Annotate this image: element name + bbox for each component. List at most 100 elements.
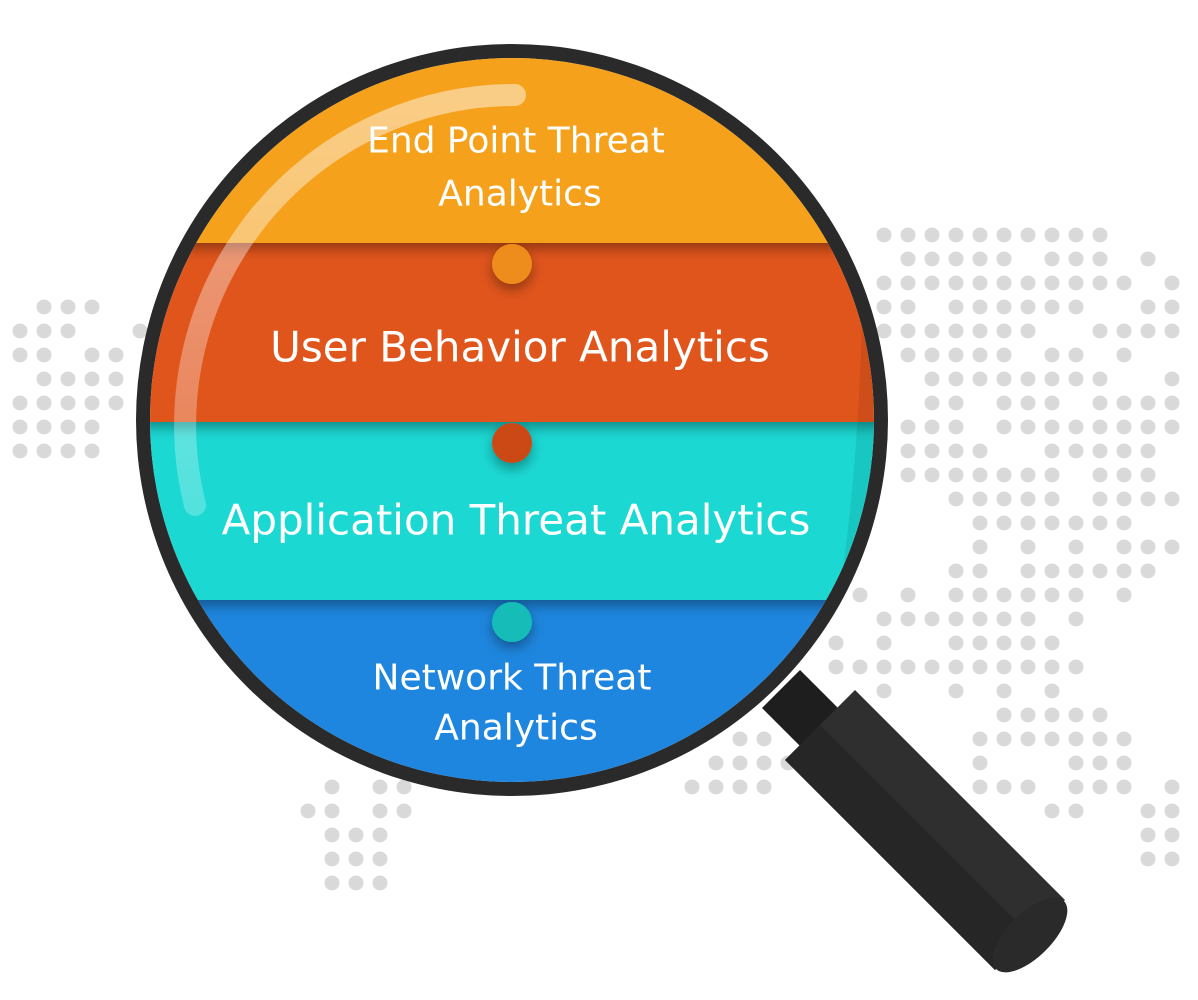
map-dot	[1068, 419, 1084, 435]
map-dot	[924, 443, 940, 459]
map-dot	[1068, 227, 1084, 243]
map-dot	[1116, 491, 1132, 507]
map-dot	[972, 299, 988, 315]
map-dot	[876, 635, 892, 651]
band-endpoint-label-line1: End Point Threat	[367, 121, 665, 162]
map-dot	[1020, 611, 1036, 627]
map-dot	[1044, 659, 1060, 675]
map-dot	[84, 419, 100, 435]
map-dot	[900, 323, 916, 339]
map-dot	[996, 683, 1012, 699]
map-dot	[732, 779, 748, 795]
map-dot	[108, 347, 124, 363]
map-dot	[1164, 419, 1180, 435]
map-dot	[1044, 635, 1060, 651]
map-dot	[1164, 395, 1180, 411]
map-dot	[948, 467, 964, 483]
map-dot	[924, 395, 940, 411]
map-dot	[948, 683, 964, 699]
map-dot	[372, 875, 388, 891]
map-dot	[1020, 275, 1036, 291]
map-dot	[948, 635, 964, 651]
map-dot	[84, 443, 100, 459]
map-dot	[972, 323, 988, 339]
map-dot	[1140, 395, 1156, 411]
map-dot	[1044, 395, 1060, 411]
map-dot	[1140, 467, 1156, 483]
map-dot	[1164, 275, 1180, 291]
map-dot	[972, 443, 988, 459]
map-dot	[924, 659, 940, 675]
map-dot	[348, 875, 364, 891]
map-dot	[1116, 347, 1132, 363]
map-dot	[996, 515, 1012, 531]
map-dot	[1116, 563, 1132, 579]
map-dot	[972, 779, 988, 795]
map-dot	[1068, 299, 1084, 315]
map-dot	[948, 299, 964, 315]
map-dot	[1020, 395, 1036, 411]
map-dot	[972, 275, 988, 291]
map-dot	[1164, 827, 1180, 843]
band-network-label-line1: Network Threat	[373, 658, 652, 699]
map-dot	[900, 251, 916, 267]
map-dot	[948, 251, 964, 267]
map-dot	[996, 467, 1012, 483]
map-dot	[1092, 443, 1108, 459]
map-dot	[924, 275, 940, 291]
map-dot	[876, 323, 892, 339]
map-dot	[1140, 323, 1156, 339]
map-dot	[60, 443, 76, 459]
threat-analytics-diagram: End Point Threat Analytics User Behavior…	[12, 44, 1180, 973]
map-dot	[972, 755, 988, 771]
map-dot	[60, 395, 76, 411]
map-dot	[996, 299, 1012, 315]
map-dot	[900, 611, 916, 627]
map-dot	[900, 467, 916, 483]
map-dot	[1044, 467, 1060, 483]
map-dot	[1116, 731, 1132, 747]
map-dot	[1020, 419, 1036, 435]
map-dot	[996, 779, 1012, 795]
map-dot	[1044, 683, 1060, 699]
map-dot	[1164, 779, 1180, 795]
map-dot	[84, 395, 100, 411]
band-network-label-line2: Analytics	[434, 708, 597, 749]
map-dot	[1092, 515, 1108, 531]
map-dot	[972, 347, 988, 363]
map-dot	[996, 227, 1012, 243]
map-dot	[972, 491, 988, 507]
map-dot	[948, 395, 964, 411]
map-dot	[876, 275, 892, 291]
map-dot	[972, 611, 988, 627]
map-dot	[60, 299, 76, 315]
map-dot	[972, 515, 988, 531]
map-dot	[1116, 539, 1132, 555]
map-dot	[1164, 323, 1180, 339]
map-dot	[1068, 275, 1084, 291]
map-dot	[372, 803, 388, 819]
map-dot	[876, 611, 892, 627]
map-dot	[972, 467, 988, 483]
map-dot	[1164, 299, 1180, 315]
map-dot	[1068, 563, 1084, 579]
map-dot	[972, 731, 988, 747]
map-dot	[1140, 299, 1156, 315]
map-dot	[1044, 251, 1060, 267]
map-dot	[1020, 779, 1036, 795]
map-dot	[756, 755, 772, 771]
map-dot	[396, 803, 412, 819]
map-dot	[996, 491, 1012, 507]
map-dot	[732, 731, 748, 747]
map-dot	[1044, 515, 1060, 531]
map-dot	[12, 347, 28, 363]
map-dot	[1068, 443, 1084, 459]
map-dot	[1092, 371, 1108, 387]
map-dot	[1092, 563, 1108, 579]
map-dot	[1044, 275, 1060, 291]
map-dot	[948, 419, 964, 435]
map-dot	[1044, 707, 1060, 723]
map-dot	[948, 491, 964, 507]
map-dot	[1116, 755, 1132, 771]
band-user-label: User Behavior Analytics	[270, 323, 770, 372]
